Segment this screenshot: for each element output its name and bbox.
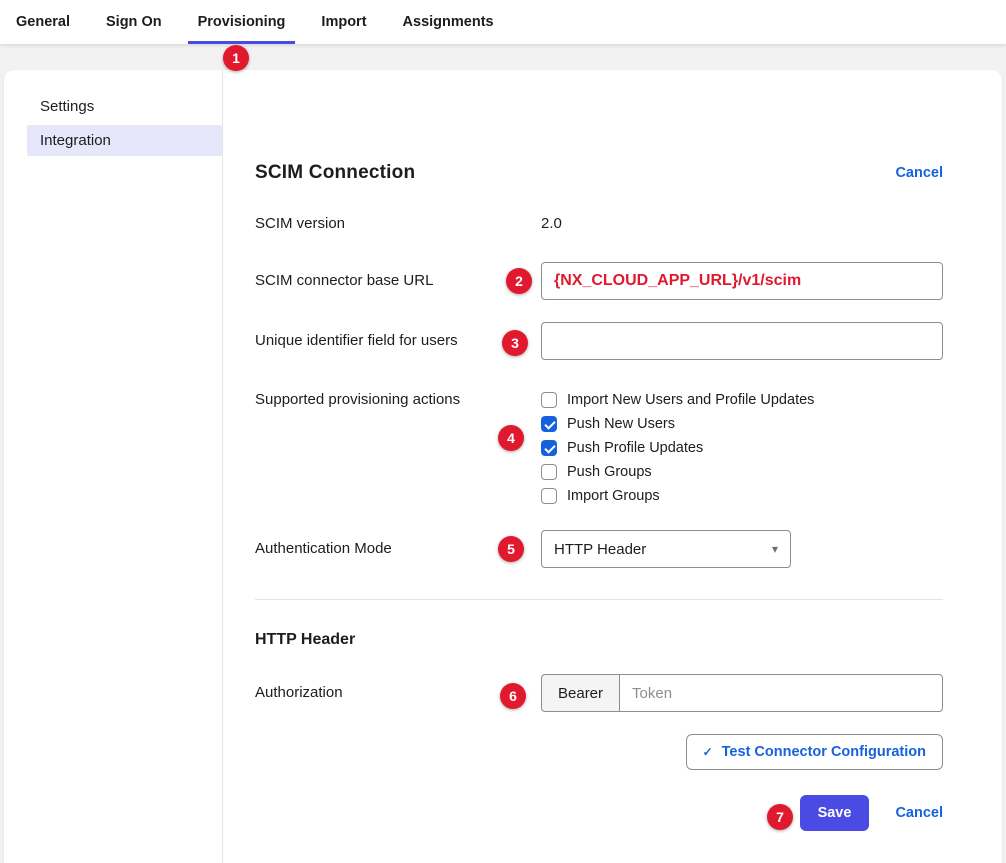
scim-form: SCIM Connection Cancel SCIM version 2.0 … (223, 70, 1002, 863)
scim-version-label: SCIM version (255, 214, 541, 234)
annotation-badge-1: 1 (223, 45, 249, 71)
provisioning-actions-row: Supported provisioning actions Import Ne… (255, 388, 943, 508)
form-footer: Save Cancel (255, 795, 943, 831)
test-connector-row: ✓ Test Connector Configuration (255, 734, 943, 770)
test-connector-label: Test Connector Configuration (722, 744, 926, 760)
sidebar: Settings Integration (4, 70, 223, 863)
annotation-badge-7: 7 (767, 804, 793, 830)
option-label: Push Groups (567, 464, 652, 480)
option-import-new-users[interactable]: Import New Users and Profile Updates (541, 388, 943, 412)
checkbox-push-profile-updates[interactable] (541, 440, 557, 456)
sidebar-header: Settings (4, 98, 222, 115)
provisioning-actions-label: Supported provisioning actions (255, 388, 541, 410)
auth-mode-value: HTTP Header (554, 541, 646, 558)
unique-identifier-input[interactable] (541, 322, 943, 360)
annotation-badge-2: 2 (506, 268, 532, 294)
app-tabbar: General Sign On Provisioning Import Assi… (0, 0, 1006, 44)
chevron-down-icon: ▾ (772, 542, 778, 556)
page-title: SCIM Connection (255, 162, 415, 184)
option-label: Push New Users (567, 416, 675, 432)
unique-identifier-label: Unique identifier field for users (255, 322, 541, 351)
token-input[interactable] (619, 674, 943, 712)
provisioning-actions-options: Import New Users and Profile Updates Pus… (541, 388, 943, 508)
option-push-new-users[interactable]: Push New Users (541, 412, 943, 436)
option-push-groups[interactable]: Push Groups (541, 460, 943, 484)
auth-mode-select[interactable]: HTTP Header ▾ (541, 530, 791, 568)
annotation-badge-3: 3 (502, 330, 528, 356)
bearer-prefix: Bearer (541, 674, 619, 712)
scim-version-value: 2.0 (541, 215, 562, 232)
check-icon: ✓ (703, 746, 713, 758)
annotation-badge-5: 5 (498, 536, 524, 562)
base-url-label: SCIM connector base URL (255, 262, 541, 291)
sidebar-item-integration[interactable]: Integration (27, 125, 222, 156)
option-label: Import Groups (567, 488, 660, 504)
cancel-link-top[interactable]: Cancel (895, 165, 943, 181)
unique-identifier-row: Unique identifier field for users (255, 322, 943, 360)
option-label: Import New Users and Profile Updates (567, 392, 814, 408)
section-divider (255, 599, 943, 600)
cancel-link-bottom[interactable]: Cancel (895, 805, 943, 821)
option-import-groups[interactable]: Import Groups (541, 484, 943, 508)
checkbox-import-new-users[interactable] (541, 392, 557, 408)
base-url-row: SCIM connector base URL (255, 262, 943, 300)
option-label: Push Profile Updates (567, 440, 703, 456)
base-url-input[interactable] (541, 262, 943, 300)
checkbox-push-groups[interactable] (541, 464, 557, 480)
scim-version-row: SCIM version 2.0 (255, 214, 943, 234)
form-title-row: SCIM Connection Cancel (255, 162, 943, 184)
auth-mode-row: Authentication Mode HTTP Header ▾ (255, 530, 943, 568)
tab-sign-on[interactable]: Sign On (96, 0, 172, 44)
tab-provisioning[interactable]: Provisioning (188, 0, 296, 44)
checkbox-push-new-users[interactable] (541, 416, 557, 432)
authorization-label: Authorization (255, 674, 541, 703)
option-push-profile-updates[interactable]: Push Profile Updates (541, 436, 943, 460)
tab-assignments[interactable]: Assignments (393, 0, 504, 44)
tab-import[interactable]: Import (311, 0, 376, 44)
tab-general[interactable]: General (6, 0, 80, 44)
annotation-badge-4: 4 (498, 425, 524, 451)
authorization-row: Authorization Bearer (255, 674, 943, 712)
save-button[interactable]: Save (800, 795, 870, 831)
authorization-input-group: Bearer (541, 674, 943, 712)
annotation-badge-6: 6 (500, 683, 526, 709)
checkbox-import-groups[interactable] (541, 488, 557, 504)
provisioning-card: Settings Integration SCIM Connection Can… (4, 70, 1002, 863)
http-header-section-title: HTTP Header (255, 631, 943, 649)
page: General Sign On Provisioning Import Assi… (0, 0, 1006, 44)
test-connector-button[interactable]: ✓ Test Connector Configuration (686, 734, 943, 770)
